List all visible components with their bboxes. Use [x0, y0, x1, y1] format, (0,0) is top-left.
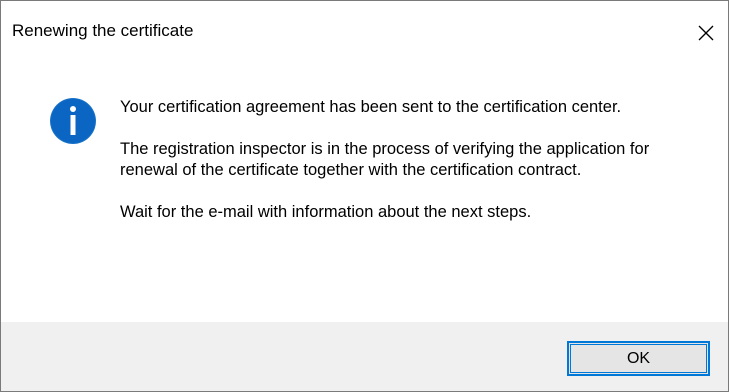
message-paragraph-1: Your certification agreement has been se…: [120, 98, 622, 116]
title-bar: Renewing the certificate: [1, 1, 728, 65]
dialog-content: Your certification agreement has been se…: [1, 65, 728, 322]
ok-button[interactable]: OK: [567, 341, 710, 376]
message-text: Your certification agreement has been se…: [120, 97, 700, 244]
info-icon: [50, 98, 96, 144]
dialog-title: Renewing the certificate: [12, 21, 194, 40]
button-bar: OK: [1, 322, 728, 391]
close-button[interactable]: [684, 9, 728, 57]
message-paragraph-2: The registration inspector is in the pro…: [120, 140, 650, 179]
message-paragraph-3: Wait for the e-mail with information abo…: [120, 203, 532, 221]
close-icon: [698, 25, 714, 41]
message-dialog: Renewing the certificate Your certificat…: [0, 0, 729, 392]
